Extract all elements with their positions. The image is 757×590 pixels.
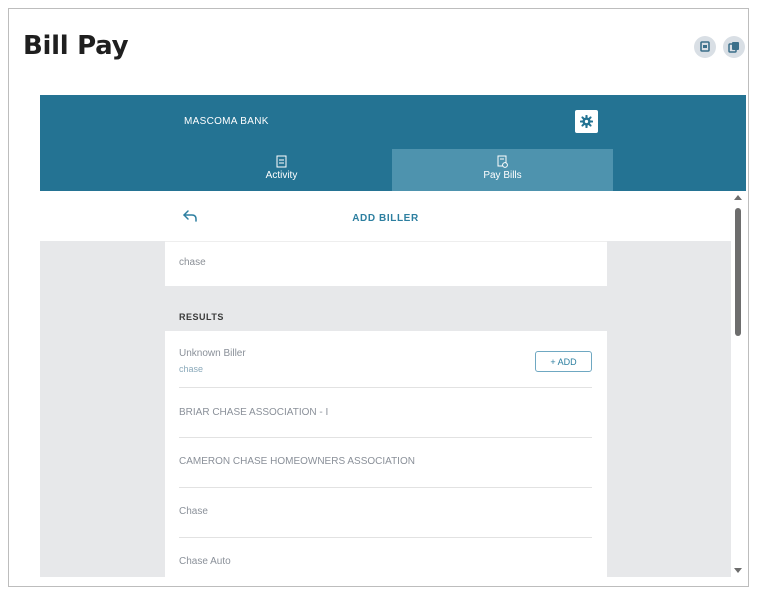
copy-button[interactable] [723, 36, 745, 58]
result-name: BRIAR CHASE ASSOCIATION - I [179, 407, 329, 418]
page-title: Bill Pay [23, 31, 129, 61]
copy-icon [728, 42, 739, 53]
scroll-up-icon[interactable] [734, 195, 742, 200]
biller-search-input[interactable] [179, 257, 579, 268]
content-area: ADD BILLER RESULTS Unknown Biller chase … [40, 191, 731, 577]
bank-header: MASCOMA BANK [40, 95, 746, 149]
result-item[interactable]: BRIAR CHASE ASSOCIATION - I [179, 388, 592, 438]
result-name: Chase [179, 506, 208, 517]
result-sub: chase [179, 364, 204, 374]
results-label: RESULTS [179, 312, 224, 322]
result-name: Unknown Biller [179, 348, 246, 359]
tab-bar: Activity Pay Bills [40, 149, 746, 191]
gear-icon [580, 115, 593, 128]
document-icon [276, 155, 287, 168]
print-icon [700, 41, 710, 52]
scroll-down-icon[interactable] [734, 568, 742, 573]
add-biller-title: ADD BILLER [352, 213, 419, 224]
result-name: CAMERON CHASE HOMEOWNERS ASSOCIATION [179, 456, 415, 467]
result-item-unknown-biller[interactable]: Unknown Biller chase + ADD [179, 331, 592, 388]
add-biller-header: ADD BILLER [40, 191, 731, 241]
settings-button[interactable] [575, 110, 598, 133]
tab-pay-bills[interactable]: Pay Bills [392, 149, 613, 191]
add-biller-button[interactable]: + ADD [535, 351, 592, 372]
scroll-thumb[interactable] [735, 208, 741, 336]
vertical-scrollbar[interactable] [731, 191, 746, 577]
results-list: Unknown Biller chase + ADD BRIAR CHASE A… [165, 331, 607, 577]
result-item[interactable]: Chase [179, 488, 592, 538]
result-item[interactable]: CAMERON CHASE HOMEOWNERS ASSOCIATION [179, 438, 592, 488]
result-name: Chase Auto [179, 556, 231, 567]
bill-icon [497, 155, 508, 168]
result-item[interactable]: Chase Auto [179, 538, 592, 577]
tab-activity-label: Activity [265, 170, 298, 181]
tab-pay-bills-label: Pay Bills [483, 170, 522, 181]
bill-pay-window: Bill Pay MASCOMA BANK Activity Pay Bills… [8, 8, 749, 587]
tab-activity[interactable]: Activity [171, 149, 392, 191]
bank-name: MASCOMA BANK [184, 116, 269, 127]
search-box [165, 241, 607, 286]
print-button[interactable] [694, 36, 716, 58]
